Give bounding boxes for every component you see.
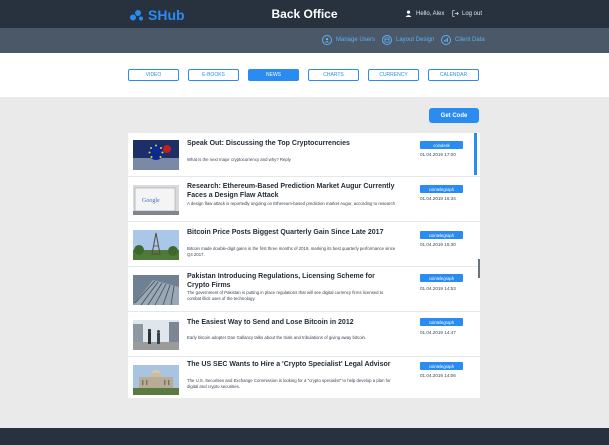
data-icon bbox=[441, 35, 451, 45]
news-thumbnail bbox=[133, 320, 179, 350]
source-badge: coindesk bbox=[420, 141, 463, 149]
active-item-indicator bbox=[474, 133, 477, 175]
get-code-button[interactable]: Get Code bbox=[429, 108, 479, 123]
client-data-link[interactable]: Client Data bbox=[441, 35, 485, 45]
news-description: A design flaw attack is reportedly ongoi… bbox=[187, 201, 396, 206]
list-item[interactable]: The US SEC Wants to Hire a 'Crypto Speci… bbox=[128, 358, 480, 398]
layout-icon bbox=[382, 35, 392, 45]
tab-currency[interactable]: CURRENCY bbox=[368, 69, 419, 81]
layout-design-link[interactable]: Layout Design bbox=[382, 35, 434, 45]
news-date: 01.04.2019 16:34 bbox=[420, 196, 456, 201]
news-date: 01.04.2019 14:53 bbox=[420, 286, 456, 291]
news-title[interactable]: Speak Out: Discussing the Top Cryptocurr… bbox=[187, 139, 397, 148]
user-menu[interactable]: Hello, Alex bbox=[405, 10, 444, 17]
source-badge: cointelegraph bbox=[420, 274, 463, 282]
tab-bar: VIDEO E-BOOKS NEWS CHARTS CURRENCY CALEN… bbox=[0, 53, 609, 97]
news-thumbnail bbox=[133, 365, 179, 395]
logo-text: SHub bbox=[148, 7, 185, 23]
list-item[interactable]: Bitcoin Price Posts Biggest Quarterly Ga… bbox=[128, 223, 480, 267]
tab-video[interactable]: VIDEO bbox=[128, 69, 179, 81]
logout-icon bbox=[452, 10, 459, 17]
tab-news[interactable]: NEWS bbox=[248, 69, 299, 81]
svg-text:Google: Google bbox=[142, 198, 160, 204]
news-thumbnail bbox=[133, 275, 179, 305]
logo[interactable]: SHub bbox=[129, 7, 185, 23]
manage-users-link[interactable]: Manage Users bbox=[322, 35, 375, 45]
user-icon bbox=[405, 10, 412, 17]
news-description: The U.S. Securities and Exchange Commiss… bbox=[187, 378, 391, 389]
news-title[interactable]: The Easiest Way to Send and Lose Bitcoin… bbox=[187, 318, 397, 327]
footer-bar bbox=[0, 428, 609, 445]
news-date: 01.04.2019 14:06 bbox=[420, 373, 456, 378]
logout-button[interactable]: Log out bbox=[452, 10, 482, 17]
sub-nav-bar: Manage Users Layout Design Client Data bbox=[0, 28, 609, 53]
tab-ebooks[interactable]: E-BOOKS bbox=[188, 69, 239, 81]
source-badge: cointelegraph bbox=[420, 231, 463, 239]
news-title[interactable]: Bitcoin Price Posts Biggest Quarterly Ga… bbox=[187, 228, 397, 237]
page-title: Back Office bbox=[271, 7, 338, 21]
news-thumbnail bbox=[133, 230, 179, 260]
source-badge: cointelegraph bbox=[420, 185, 463, 193]
tab-calendar[interactable]: CALENDAR bbox=[428, 69, 479, 81]
news-description: Early bitcoin adopter Dan Gallancy talks… bbox=[187, 335, 367, 340]
news-date: 01.04.2019 17:00 bbox=[420, 152, 456, 157]
news-list: Speak Out: Discussing the Top Cryptocurr… bbox=[128, 133, 480, 398]
news-date: 01.04.2019 15:30 bbox=[420, 242, 456, 247]
manage-users-label: Manage Users bbox=[336, 37, 376, 43]
top-bar: SHub Back Office Hello, Alex Log out bbox=[0, 0, 609, 28]
list-item[interactable]: Speak Out: Discussing the Top Cryptocurr… bbox=[128, 133, 480, 177]
news-thumbnail: Google bbox=[133, 185, 179, 215]
list-item[interactable]: Google Research: Ethereum-Based Predicti… bbox=[128, 178, 480, 222]
news-title[interactable]: Research: Ethereum-Based Prediction Mark… bbox=[187, 182, 397, 200]
user-greeting: Hello, Alex bbox=[416, 10, 445, 17]
source-badge: cointelegraph bbox=[420, 362, 463, 370]
news-thumbnail bbox=[133, 140, 179, 170]
source-badge: cointelegraph bbox=[420, 318, 463, 326]
list-item[interactable]: Pakistan Introducing Regulations, Licens… bbox=[128, 268, 480, 312]
list-item[interactable]: The Easiest Way to Send and Lose Bitcoin… bbox=[128, 313, 480, 357]
logo-icon bbox=[130, 9, 143, 20]
scrollbar-handle[interactable] bbox=[478, 259, 480, 278]
news-title[interactable]: The US SEC Wants to Hire a 'Crypto Speci… bbox=[187, 360, 397, 369]
layout-design-label: Layout Design bbox=[396, 37, 435, 43]
news-date: 01.04.2019 14:47 bbox=[420, 330, 456, 335]
news-description: What is the next major cryptocurrency an… bbox=[187, 157, 291, 162]
client-data-label: Client Data bbox=[455, 37, 485, 43]
news-description: Bitcoin made double-digit gains in the f… bbox=[187, 246, 396, 257]
news-description: The government of Pakistan is putting in… bbox=[187, 290, 384, 301]
news-title[interactable]: Pakistan Introducing Regulations, Licens… bbox=[187, 272, 397, 290]
tab-charts[interactable]: CHARTS bbox=[308, 69, 359, 81]
logout-label: Log out bbox=[462, 10, 483, 17]
users-icon bbox=[322, 35, 332, 45]
